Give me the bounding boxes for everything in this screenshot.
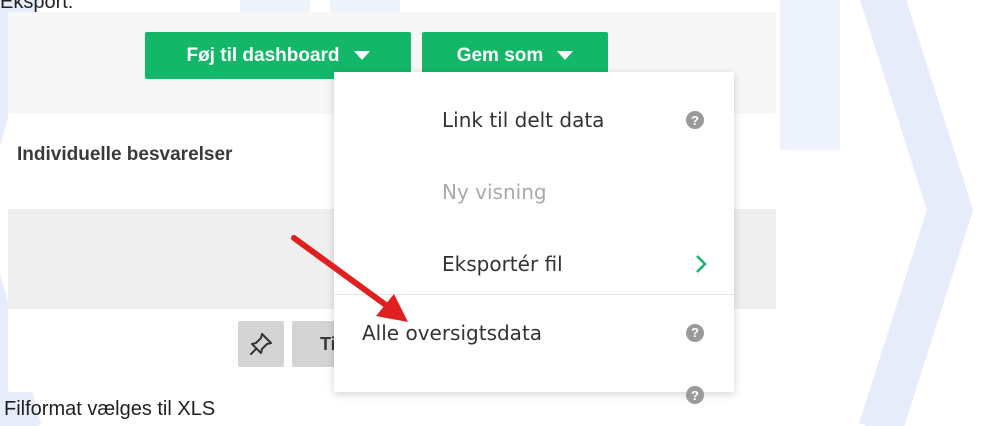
menu-item-new-view: Ny visning xyxy=(334,156,734,228)
section-title: Individuelle besvarelser xyxy=(17,144,233,165)
menu-item-label: Ny visning xyxy=(442,180,547,204)
help-icon: ? xyxy=(686,386,704,404)
help-icon[interactable]: ? xyxy=(686,323,704,342)
add-to-dashboard-label: Føj til dashboard xyxy=(186,44,340,66)
caret-down-icon xyxy=(557,51,574,60)
menu-item-label: Eksportér fil xyxy=(442,252,563,276)
save-as-label: Gem som xyxy=(456,44,544,66)
menu-item-label: Link til delt data xyxy=(442,108,605,132)
document-caption: Filformat vælges til XLS xyxy=(4,398,216,420)
help-icon[interactable]: ? xyxy=(686,111,704,129)
menu-item-partial: ? xyxy=(334,370,734,404)
chevron-right-icon xyxy=(696,255,707,273)
menu-item-link-shared-data[interactable]: Link til delt data ? xyxy=(334,84,734,156)
caret-down-icon xyxy=(353,51,370,60)
red-arrow-annotation xyxy=(291,235,408,322)
pin-button[interactable] xyxy=(238,321,284,367)
pin-icon xyxy=(250,333,272,355)
document-heading: Eksport: xyxy=(0,0,74,13)
